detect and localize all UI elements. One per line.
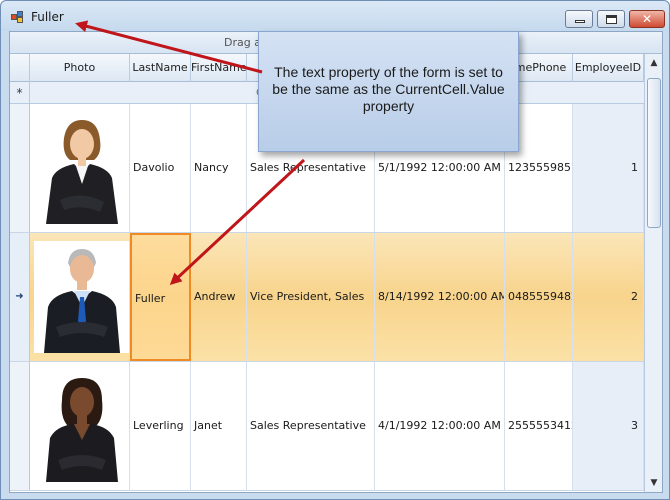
column-header-employeeid[interactable]: EmployeeID	[573, 54, 644, 82]
minimize-icon	[575, 20, 585, 23]
title-cell[interactable]: Sales Representative	[247, 362, 375, 490]
annotation-callout-text: The text property of the form is set to …	[272, 64, 505, 114]
column-header-firstname[interactable]: FirstName	[191, 54, 247, 82]
lastname-cell[interactable]: Leverling	[130, 362, 191, 490]
close-icon: ✕	[641, 12, 653, 26]
scroll-up-icon[interactable]: ▲	[647, 56, 661, 70]
table-row-selected[interactable]: ➜ Fuller Andrew Vice President, Sales 8/…	[10, 233, 644, 362]
employeeid-cell[interactable]: 1	[573, 104, 644, 232]
firstname-cell[interactable]: Andrew	[191, 233, 247, 361]
current-cell-lastname[interactable]: Fuller	[130, 233, 191, 361]
employee-photo	[34, 241, 129, 353]
annotation-callout: The text property of the form is set to …	[258, 31, 519, 152]
row-header[interactable]	[10, 362, 30, 490]
new-row-marker: *	[10, 82, 30, 104]
row-header-current-indicator[interactable]: ➜	[10, 233, 30, 361]
window-title: Fuller	[31, 10, 64, 24]
photo-cell[interactable]	[30, 233, 130, 361]
maximize-icon	[606, 15, 617, 24]
lastname-cell[interactable]: Davolio	[130, 104, 191, 232]
group-drop-area-hint: Drag a	[224, 36, 261, 49]
hiredate-cell[interactable]: 8/14/1992 12:00:00 AM	[375, 233, 505, 361]
close-button[interactable]: ✕	[629, 10, 665, 28]
employeeid-cell[interactable]: 2	[573, 233, 644, 361]
photo-cell[interactable]	[30, 104, 130, 232]
hiredate-cell[interactable]: 4/1/1992 12:00:00 AM	[375, 362, 505, 490]
row-header[interactable]	[10, 104, 30, 232]
title-bar[interactable]: Fuller ✕	[1, 1, 669, 31]
scrollbar-thumb[interactable]	[647, 78, 661, 228]
minimize-button[interactable]	[565, 10, 593, 28]
employeeid-cell[interactable]: 3	[573, 362, 644, 490]
firstname-cell[interactable]: Nancy	[191, 104, 247, 232]
column-header-lastname[interactable]: LastName	[130, 54, 191, 82]
homephone-cell[interactable]: 0485559482	[505, 233, 573, 361]
photo-cell[interactable]	[30, 362, 130, 490]
title-cell[interactable]: Vice President, Sales	[247, 233, 375, 361]
homephone-cell[interactable]: 2555553412	[505, 362, 573, 490]
employee-photo	[34, 112, 129, 224]
employee-photo	[34, 370, 129, 482]
maximize-button[interactable]	[597, 10, 625, 28]
column-header-photo[interactable]: Photo	[30, 54, 130, 82]
table-row[interactable]: Leverling Janet Sales Representative 4/1…	[10, 362, 644, 491]
scroll-down-icon[interactable]: ▼	[647, 476, 661, 490]
firstname-cell[interactable]: Janet	[191, 362, 247, 490]
header-corner[interactable]	[10, 54, 30, 82]
app-icon[interactable]	[11, 11, 25, 23]
vertical-scrollbar[interactable]: ▲ ▼	[644, 54, 662, 492]
